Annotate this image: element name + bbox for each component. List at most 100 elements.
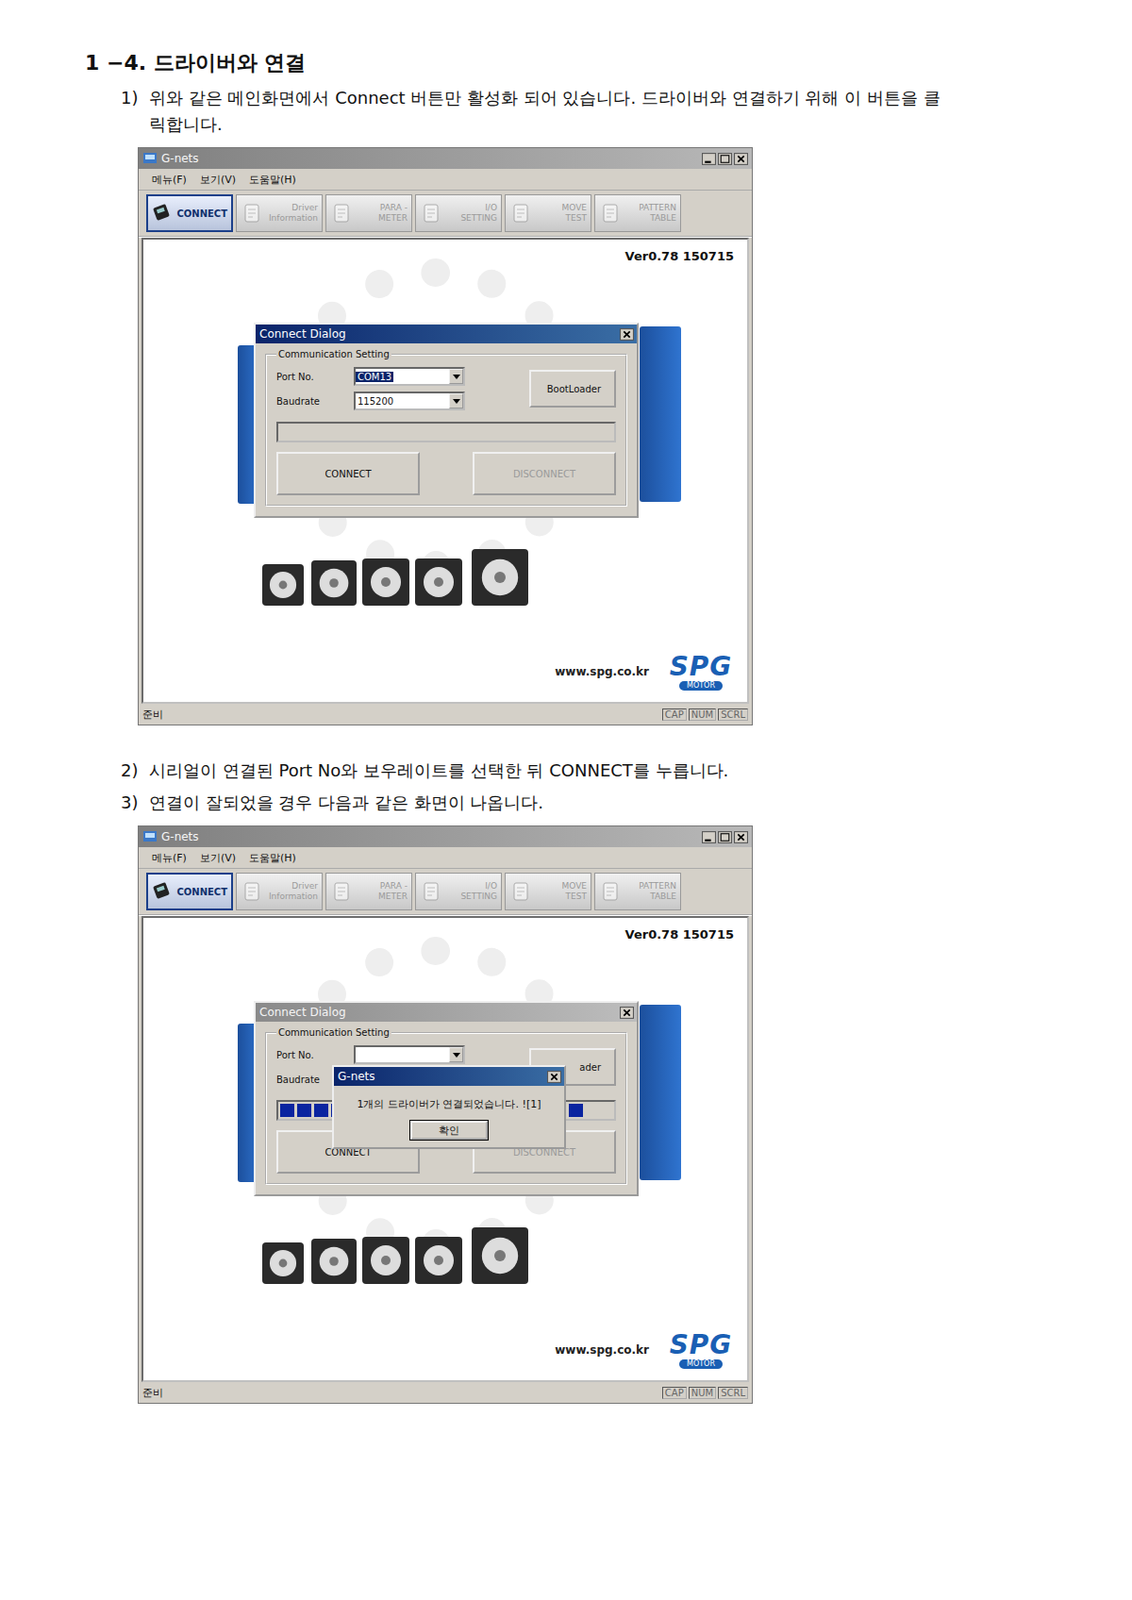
setting-row: Port No.: [276, 1045, 466, 1065]
connect-button[interactable]: CONNECT: [276, 451, 420, 496]
toolbar: CONNECT DriverInformation PARA -METER I/…: [138, 868, 752, 916]
status-indicator: SCRL: [717, 708, 749, 721]
document-page: 1 −4. 드라이버와 연결 1)위와 같은 메인화면에서 Connect 버튼…: [0, 0, 1132, 1600]
window-title: G-nets: [161, 151, 699, 166]
step-text: 3)연결이 잘되었을 경우 다음과 같은 화면이 나옵니다.: [120, 789, 951, 816]
maximize-icon[interactable]: [717, 831, 733, 844]
spg-logo: SPG MOTOR: [667, 652, 734, 691]
menu-item[interactable]: 메뉴(F): [151, 172, 187, 187]
toolbar-icon: [419, 880, 443, 903]
motors-graphic: [262, 539, 536, 606]
toolbar-button[interactable]: CONNECT: [146, 194, 234, 233]
toolbar-icon: [419, 201, 443, 225]
toolbar-button[interactable]: DriverInformation: [235, 194, 323, 233]
close-icon[interactable]: [733, 831, 749, 844]
bootloader-button[interactable]: BootLoader: [529, 369, 616, 408]
window-title: G-nets: [161, 830, 699, 844]
toolbar-button[interactable]: I/OSETTING: [415, 194, 502, 233]
minimize-icon[interactable]: [701, 152, 716, 166]
toolbar-button[interactable]: PATTERNTABLE: [594, 194, 682, 233]
toolbar-icon: [509, 880, 533, 903]
step-text: 1)위와 같은 메인화면에서 Connect 버튼만 활성화 되어 있습니다. …: [120, 84, 951, 138]
maximize-icon[interactable]: [717, 152, 733, 166]
website-link[interactable]: www.spg.co.kr: [554, 665, 650, 679]
progress-bar: [276, 421, 616, 443]
app-icon: [142, 150, 158, 167]
status-indicator: CAP: [662, 708, 687, 721]
connect-dialog: Connect Dialog Communication Setting Por…: [253, 1000, 639, 1197]
main-content: Ver0.78 150715 www.spg.co.kr SPG MOTOR C…: [141, 237, 750, 704]
setting-row: Port No. COM13: [276, 366, 466, 386]
dialog-title-bar: Connect Dialog: [255, 324, 637, 344]
toolbar-button[interactable]: PATTERNTABLE: [594, 872, 682, 911]
menu-item[interactable]: 도움말(H): [249, 172, 297, 187]
toolbar-icon: [599, 201, 622, 225]
toolbar-icon: [599, 880, 622, 903]
message-text: 1개의 드라이버가 연결되었습니다. ![1]: [349, 1085, 550, 1121]
section-heading: 1 −4. 드라이버와 연결: [84, 49, 1132, 78]
ok-button[interactable]: 확인: [410, 1120, 488, 1140]
app-icon: [142, 829, 158, 845]
menu-item[interactable]: 도움말(H): [249, 850, 297, 866]
menu-item[interactable]: 보기(V): [199, 172, 236, 187]
toolbar-button[interactable]: PARA -METER: [325, 194, 413, 233]
connect-dialog: Connect Dialog Communication Setting Por…: [253, 322, 639, 518]
toolbar-icon: [240, 880, 264, 903]
dropdown-icon: [452, 1052, 461, 1058]
toolbar-button[interactable]: MOVETEST: [504, 194, 592, 233]
website-link[interactable]: www.spg.co.kr: [554, 1343, 650, 1357]
toolbar-button[interactable]: I/OSETTING: [415, 872, 502, 911]
status-text: 준비: [142, 707, 164, 722]
driver-graphic: [639, 326, 682, 502]
close-icon[interactable]: [619, 328, 634, 341]
close-icon[interactable]: [547, 1070, 562, 1083]
toolbar-icon: [330, 201, 353, 225]
menu-item[interactable]: 보기(V): [199, 850, 236, 866]
dropdown-icon: [452, 374, 461, 380]
version-label: Ver0.78 150715: [625, 927, 734, 942]
toolbar-icon: [330, 880, 353, 903]
toolbar: CONNECT DriverInformation PARA -METER I/…: [138, 190, 752, 238]
title-bar: G-nets: [138, 826, 752, 848]
main-content: Ver0.78 150715 www.spg.co.kr SPG MOTOR C…: [141, 915, 750, 1382]
setting-row: Baudrate 115200: [276, 391, 466, 411]
toolbar-button[interactable]: PARA -METER: [325, 872, 413, 911]
brand: www.spg.co.kr SPG MOTOR: [554, 652, 734, 691]
close-icon[interactable]: [733, 152, 749, 166]
menu-bar: 메뉴(F) 보기(V) 도움말(H): [138, 168, 752, 191]
spg-logo: SPG MOTOR: [667, 1331, 734, 1369]
communication-group: Communication Setting Port No. COM13 Bau…: [265, 349, 628, 507]
status-bar: 준비 CAPNUMSCRL: [138, 703, 752, 725]
menu-item[interactable]: 메뉴(F): [151, 850, 187, 866]
setting-select[interactable]: 115200: [353, 391, 466, 411]
toolbar-icon: [240, 201, 264, 225]
status-indicator: SCRL: [717, 1386, 749, 1399]
app-window: G-nets 메뉴(F) 보기(V) 도움말(H) CONNECT DriverIn…: [137, 147, 753, 726]
close-icon[interactable]: [619, 1006, 634, 1019]
step-text: 2)시리얼이 연결된 Port No와 보우레이트를 선택한 뒤 CONNECT…: [120, 757, 951, 784]
screenshot: G-nets 메뉴(F) 보기(V) 도움말(H) CONNECT DriverIn…: [137, 825, 1132, 1404]
toolbar-button[interactable]: MOVETEST: [504, 872, 592, 911]
minimize-icon[interactable]: [701, 831, 716, 844]
motors-graphic: [262, 1217, 536, 1284]
toolbar-icon: [151, 880, 175, 903]
message-box: G-nets 1개의 드라이버가 연결되었습니다. ![1] 확인: [332, 1065, 566, 1149]
dropdown-icon: [452, 399, 461, 404]
toolbar-icon: [509, 201, 533, 225]
setting-select[interactable]: [353, 1045, 466, 1065]
status-indicator: CAP: [662, 1386, 687, 1399]
status-text: 준비: [142, 1385, 164, 1400]
status-indicator: NUM: [688, 1386, 716, 1399]
status-indicator: NUM: [688, 708, 716, 721]
toolbar-button[interactable]: CONNECT: [146, 872, 234, 911]
status-bar: 준비 CAPNUMSCRL: [138, 1381, 752, 1403]
toolbar-icon: [151, 201, 175, 225]
menu-bar: 메뉴(F) 보기(V) 도움말(H): [138, 847, 752, 869]
disconnect-button[interactable]: DISCONNECT: [472, 451, 616, 496]
title-bar: G-nets: [138, 148, 752, 169]
version-label: Ver0.78 150715: [625, 249, 734, 264]
app-window: G-nets 메뉴(F) 보기(V) 도움말(H) CONNECT DriverIn…: [137, 825, 753, 1404]
toolbar-button[interactable]: DriverInformation: [235, 872, 323, 911]
setting-select[interactable]: COM13: [353, 366, 466, 386]
screenshot: G-nets 메뉴(F) 보기(V) 도움말(H) CONNECT DriverIn…: [137, 147, 1132, 726]
